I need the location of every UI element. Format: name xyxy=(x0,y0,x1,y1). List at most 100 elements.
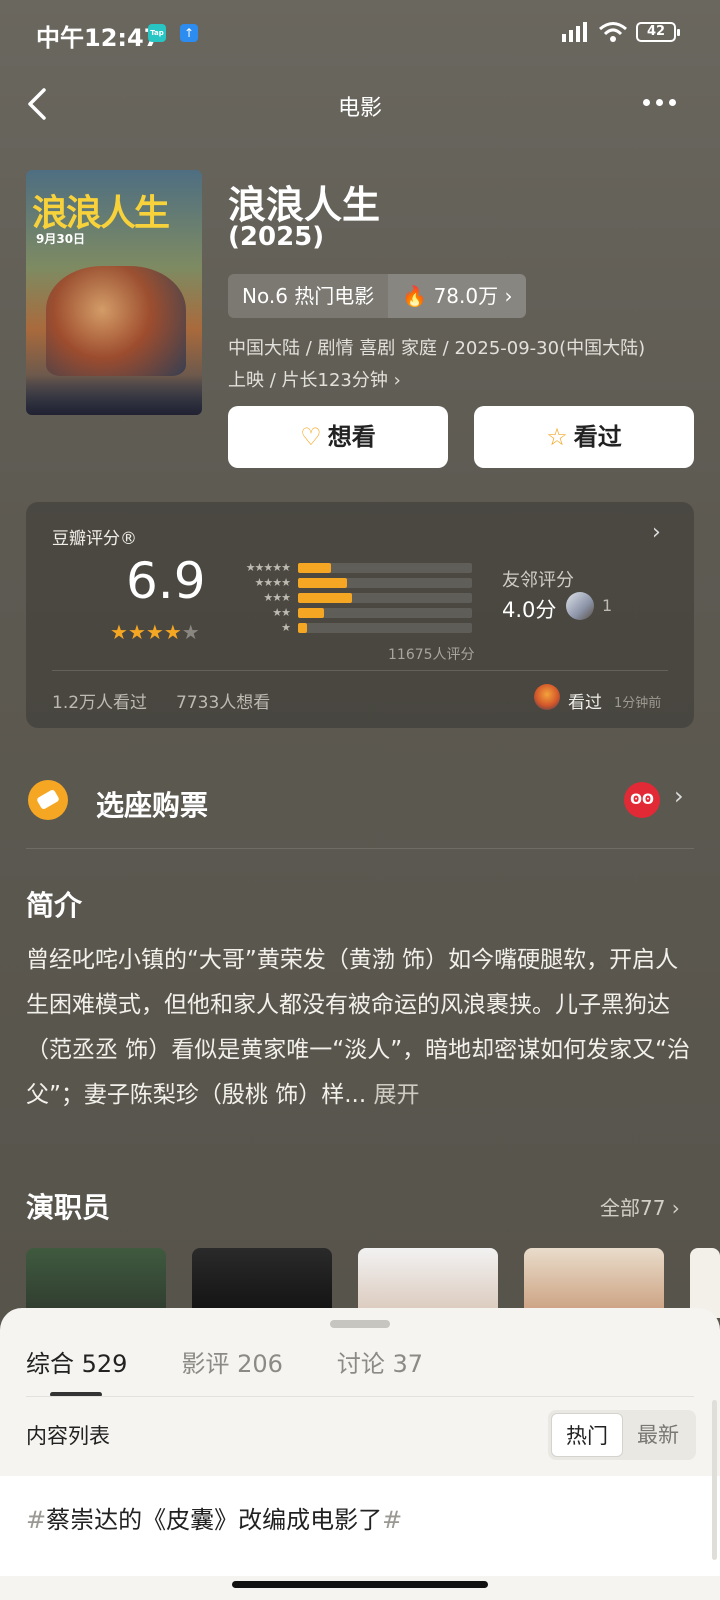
divider xyxy=(52,670,668,671)
distribution-star-label: ★★★ xyxy=(263,591,291,604)
rating-label: 豆瓣评分® xyxy=(52,529,137,549)
rating-card[interactable]: 豆瓣评分® › 6.9 ★★★★★ ★★★★★ ★★★★ ★★★ ★★ ★ 11675人… xyxy=(26,502,694,728)
ticket-icon xyxy=(28,780,68,820)
friend-avatar[interactable] xyxy=(566,592,594,620)
rank-badge[interactable]: No.6 热门电影 🔥 78.0万 › xyxy=(228,274,527,318)
buy-tickets-row[interactable]: 选座购票 ʘʘ › xyxy=(26,760,694,844)
status-bar: 中午12:47 Tap ↑ 42 xyxy=(0,0,720,68)
synopsis-body: 曾经叱咤小镇的“大哥”黄荣发（黄渤 饰）如今嘴硬腿软，开启人生困难模式，但他和家… xyxy=(26,947,691,1108)
distribution-row: ★★ xyxy=(228,605,472,620)
upload-icon: ↑ xyxy=(180,24,198,42)
chevron-right-icon: › xyxy=(674,782,684,810)
divider xyxy=(26,1396,694,1397)
sort-toggle: 热门 最新 xyxy=(548,1410,696,1460)
tab-overview[interactable]: 综合 529 xyxy=(26,1344,127,1379)
user-status-time: 1分钟前 xyxy=(614,696,662,711)
distribution-bar xyxy=(298,562,332,573)
home-indicator[interactable] xyxy=(232,1581,488,1588)
distribution-track xyxy=(298,577,472,588)
drag-handle[interactable] xyxy=(330,1320,390,1328)
rating-distribution: ★★★★★ ★★★★ ★★★ ★★ ★ xyxy=(228,560,472,635)
friend-count: 1 xyxy=(602,596,613,615)
heat-value: 78.0万 xyxy=(433,284,499,308)
rating-score: 6.9 xyxy=(126,552,206,610)
nav-bar: 电影 xyxy=(0,68,720,138)
synopsis-heading: 简介 xyxy=(26,889,83,922)
movie-year: (2025) xyxy=(228,222,325,252)
tab-reviews[interactable]: 影评 206 xyxy=(181,1344,282,1379)
rank-label: No.6 热门电影 xyxy=(228,274,389,318)
taptap-icon: Tap xyxy=(148,24,166,42)
poster-image xyxy=(46,266,186,376)
tab-discussions[interactable]: 讨论 37 xyxy=(337,1344,423,1379)
movie-title: 浪浪人生 xyxy=(228,183,381,227)
star-icon: ★ xyxy=(163,620,182,644)
rating-stars: ★★★★★ xyxy=(110,620,200,644)
rating-count: 11675人评分 xyxy=(388,647,475,663)
sheet-tabs: 综合 529 影评 206 讨论 37 xyxy=(26,1344,477,1379)
distribution-track xyxy=(298,622,472,633)
star-outline-icon: ☆ xyxy=(546,423,568,451)
star-icon: ★ xyxy=(145,620,164,644)
wifi-icon xyxy=(599,22,627,42)
user-avatar xyxy=(534,684,560,710)
scrollbar[interactable] xyxy=(712,1400,717,1560)
star-icon: ★ xyxy=(181,620,200,644)
distribution-bar xyxy=(298,592,352,603)
heat-badge: 🔥 78.0万 › xyxy=(388,274,527,318)
distribution-star-label: ★ xyxy=(281,621,291,634)
distribution-star-label: ★★★★★ xyxy=(245,561,291,574)
seen-count: 1.2万人看过 xyxy=(52,693,148,713)
distribution-row: ★ xyxy=(228,620,472,635)
distribution-track xyxy=(298,607,472,618)
distribution-row: ★★★ xyxy=(228,590,472,605)
signal-icon xyxy=(562,22,587,42)
topic-item[interactable]: #蔡崇达的《皮囊》改编成电影了# xyxy=(0,1476,720,1576)
heart-plus-icon: ♡ xyxy=(300,423,322,451)
user-status: 看过 xyxy=(568,693,602,713)
friend-rating-score: 4.0分 xyxy=(502,598,557,622)
distribution-bar xyxy=(298,607,325,618)
poster-title: 浪浪人生 xyxy=(32,193,170,234)
movie-meta-line1: 中国大陆 / 剧情 喜剧 家庭 / 2025-09-30(中国大陆) xyxy=(228,338,646,359)
cast-all-link[interactable]: 全部77 › xyxy=(600,1192,680,1221)
content-list-label: 内容列表 xyxy=(26,1424,110,1448)
friend-rating-label: 友邻评分 xyxy=(502,570,574,591)
chevron-right-icon[interactable]: › xyxy=(652,520,661,545)
watched-button[interactable]: ☆ 看过 xyxy=(474,406,694,468)
expand-link[interactable]: 展开 xyxy=(373,1082,419,1108)
poster-footer xyxy=(26,375,202,415)
distribution-star-label: ★★★★ xyxy=(254,576,291,589)
divider xyxy=(26,848,694,849)
distribution-track xyxy=(298,562,472,573)
bottom-sheet[interactable]: 综合 529 影评 206 讨论 37 内容列表 热门 最新 #蔡崇达的《皮囊》… xyxy=(0,1308,720,1600)
topic-title: #蔡崇达的《皮囊》改编成电影了# xyxy=(26,1506,403,1534)
status-time: 中午12:47 xyxy=(36,24,161,52)
poster-date: 9月30日 xyxy=(36,232,86,246)
more-options-icon[interactable] xyxy=(640,88,690,118)
movie-meta-line2[interactable]: 上映 / 片长123分钟 › xyxy=(228,366,401,392)
buy-tickets-label: 选座购票 xyxy=(96,789,209,822)
distribution-row: ★★★★★ xyxy=(228,560,472,575)
seen-label: 看过 xyxy=(573,423,622,451)
movie-poster[interactable]: 浪浪人生 9月30日 xyxy=(26,170,202,415)
distribution-track xyxy=(298,592,472,603)
distribution-bar xyxy=(298,577,347,588)
star-icon: ★ xyxy=(127,620,146,644)
distribution-bar xyxy=(298,622,307,633)
cast-heading: 演职员 xyxy=(26,1191,111,1224)
sort-hot-button[interactable]: 热门 xyxy=(551,1413,623,1457)
sort-new-button[interactable]: 最新 xyxy=(623,1413,693,1457)
want-count: 7733人想看 xyxy=(176,693,271,713)
distribution-row: ★★★★ xyxy=(228,575,472,590)
star-icon: ★ xyxy=(110,620,128,644)
battery-icon: 42 xyxy=(636,22,680,42)
synopsis-text: 曾经叱咤小镇的“大哥”黄荣发（黄渤 饰）如今嘴硬腿软，开启人生困难模式，但他和家… xyxy=(26,938,694,1118)
want-label: 想看 xyxy=(327,423,376,451)
maoyan-logo-icon: ʘʘ xyxy=(624,782,660,818)
nav-title: 电影 xyxy=(337,96,382,121)
want-to-watch-button[interactable]: ♡ 想看 xyxy=(228,406,448,468)
topic-text: 蔡崇达的《皮囊》改编成电影了 xyxy=(46,1506,383,1534)
flame-icon: 🔥 xyxy=(402,284,428,308)
distribution-star-label: ★★ xyxy=(272,606,291,619)
